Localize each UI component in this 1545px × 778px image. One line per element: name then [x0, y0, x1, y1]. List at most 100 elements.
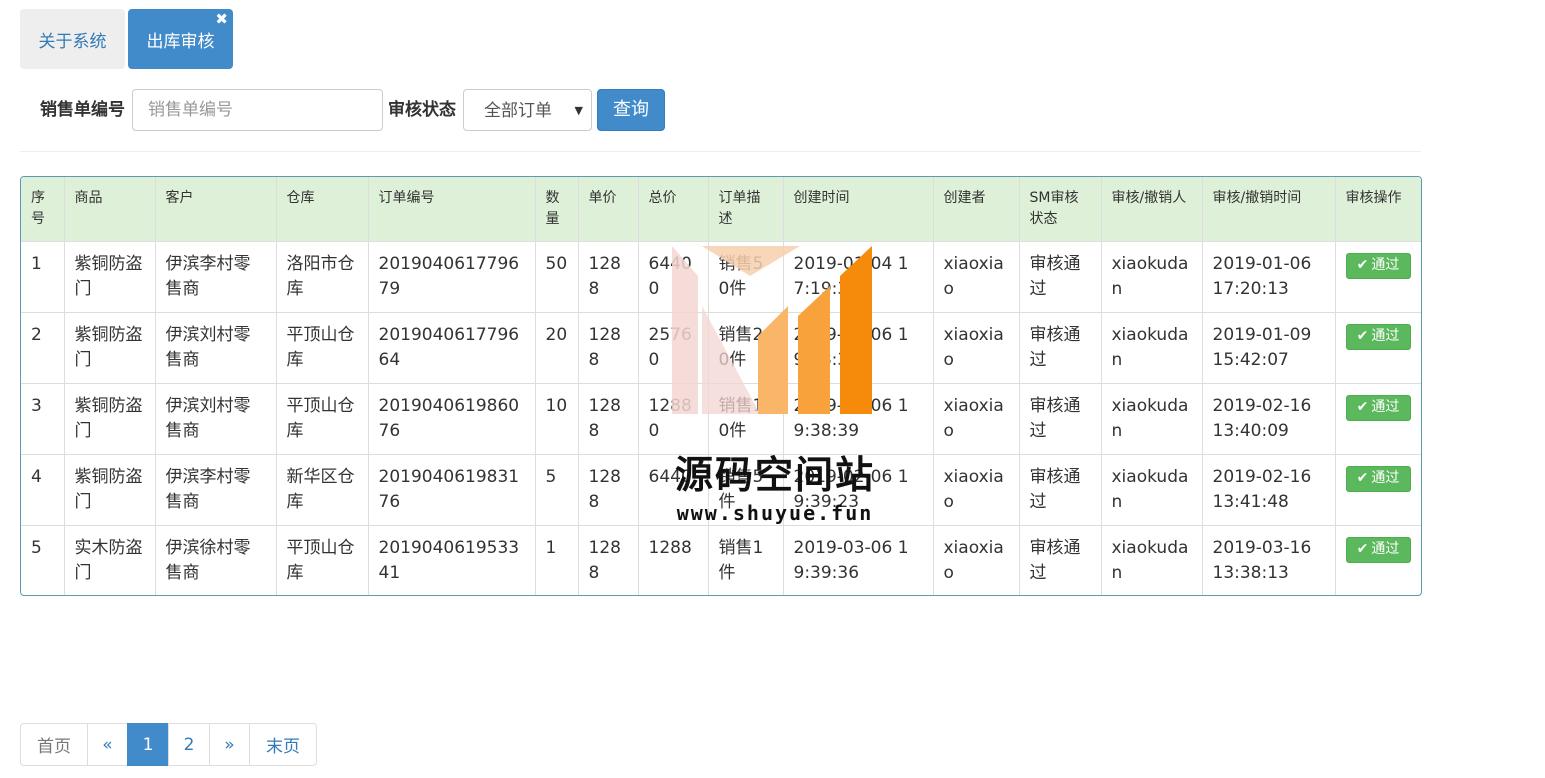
table-row: 5 实木防盗门 伊滨徐村零售商 平顶山仓库 201904061953341 1 1288 12…: [21, 525, 1421, 595]
table-cell-action: ✔ 通过: [1335, 241, 1421, 313]
column-header: 审核/撤销人: [1101, 177, 1203, 242]
table-row: 1 紫铜防盗门 伊滨李村零售商 洛阳市仓库 201904061779679 50 1288 6…: [21, 241, 1421, 313]
table-cell: 紫铜防盗门: [64, 383, 156, 455]
review-status-value: 全部订单: [484, 101, 552, 121]
pager-first[interactable]: 首页: [20, 723, 88, 766]
table-cell: 1288: [578, 312, 639, 384]
table-cell: 2019-03-16 13:38:13: [1202, 525, 1336, 595]
table-cell: 销售10件: [708, 383, 784, 455]
table-cell-action: ✔ 通过: [1335, 454, 1421, 526]
column-header: 审核/撤销时间: [1202, 177, 1336, 242]
table-cell: 10: [535, 383, 579, 455]
table-row: 2 紫铜防盗门 伊滨刘村零售商 平顶山仓库 201904061779664 20 1288 2…: [21, 312, 1421, 384]
table-cell: 25760: [638, 312, 709, 384]
column-header: 客户: [155, 177, 277, 242]
pass-button[interactable]: ✔ 通过: [1345, 465, 1411, 492]
table-row: 3 紫铜防盗门 伊滨刘村零售商 平顶山仓库 201904061986076 10 1288 1…: [21, 383, 1421, 455]
table-cell: 12880: [638, 383, 709, 455]
table-cell: 销售5件: [708, 454, 784, 526]
pass-button[interactable]: ✔ 通过: [1345, 252, 1411, 279]
table-cell: 紫铜防盗门: [64, 241, 156, 313]
table-cell: 2019-02-16 13:40:09: [1202, 383, 1336, 455]
table-header-row: 序号 商品 客户 仓库 订单编号 数量 单价 总价 订单描述 创建时间 创建者 SM审核状态 审核/撤销…: [21, 177, 1421, 242]
column-header: 订单描述: [708, 177, 784, 242]
tab-outbound-review-label: 出库审核: [146, 31, 215, 52]
table-cell: 201904061983176: [368, 454, 536, 526]
table-cell: 201904061953341: [368, 525, 536, 595]
table-cell: 平顶山仓库: [276, 312, 369, 384]
table-cell: 64400: [638, 241, 709, 313]
check-icon: ✔: [1356, 541, 1369, 557]
table-cell: 201904061779679: [368, 241, 536, 313]
table-cell: 1288: [578, 241, 639, 313]
table-cell: 1288: [578, 525, 639, 595]
table-cell: 平顶山仓库: [276, 383, 369, 455]
pass-button-label: 通过: [1371, 257, 1400, 273]
table-cell: 2019-02-06 19:39:23: [783, 454, 934, 526]
pass-button[interactable]: ✔ 通过: [1345, 394, 1411, 421]
column-header: 创建者: [933, 177, 1020, 242]
table-cell: 伊滨李村零售商: [155, 241, 277, 313]
caret-down-icon: ▼: [574, 104, 583, 117]
review-status-select[interactable]: 全部订单 ▼: [463, 89, 592, 131]
table-cell: xiaoxiao: [933, 454, 1020, 526]
pager-prev[interactable]: «: [87, 723, 128, 766]
table-cell: xiaoxiao: [933, 312, 1020, 384]
table-cell: 4: [21, 454, 65, 526]
column-header: 数量: [535, 177, 579, 242]
table-cell: 1: [535, 525, 579, 595]
column-header: 序号: [21, 177, 65, 242]
table-cell: 销售20件: [708, 312, 784, 384]
query-button[interactable]: 查询: [597, 89, 665, 131]
tab-about[interactable]: 关于系统: [20, 9, 125, 69]
column-header: 创建时间: [783, 177, 934, 242]
pager-page-1[interactable]: 1: [127, 723, 169, 766]
table-cell-action: ✔ 通过: [1335, 383, 1421, 455]
table-cell: 2019-01-06 17:20:13: [1202, 241, 1336, 313]
pass-button[interactable]: ✔ 通过: [1345, 536, 1411, 563]
table-cell: 新华区仓库: [276, 454, 369, 526]
orders-table: 序号 商品 客户 仓库 订单编号 数量 单价 总价 订单描述 创建时间 创建者 SM审核状态 审核/撤销…: [20, 176, 1422, 596]
review-status-label: 审核状态: [388, 100, 456, 120]
check-icon: ✔: [1356, 328, 1369, 344]
pager-next[interactable]: »: [209, 723, 250, 766]
check-icon: ✔: [1356, 470, 1369, 486]
table-cell: xiaokudan: [1101, 383, 1203, 455]
table-cell: 销售50件: [708, 241, 784, 313]
table-cell: 2019-01-09 15:42:07: [1202, 312, 1336, 384]
column-header: 订单编号: [368, 177, 536, 242]
table-cell: 2019-01-04 17:19:39: [783, 241, 934, 313]
order-number-label: 销售单编号: [40, 100, 125, 120]
table-cell: 2019-03-06 19:39:36: [783, 525, 934, 595]
column-header: 仓库: [276, 177, 369, 242]
table-cell: 伊滨李村零售商: [155, 454, 277, 526]
table-cell: 20: [535, 312, 579, 384]
table-cell: 紫铜防盗门: [64, 454, 156, 526]
table-cell: xiaoxiao: [933, 383, 1020, 455]
table-row: 4 紫铜防盗门 伊滨李村零售商 新华区仓库 201904061983176 5 1288 64…: [21, 454, 1421, 526]
column-header: 总价: [638, 177, 709, 242]
table-cell: 实木防盗门: [64, 525, 156, 595]
table-cell: 审核通过: [1019, 312, 1102, 384]
table-cell: 紫铜防盗门: [64, 312, 156, 384]
pass-button-label: 通过: [1371, 470, 1400, 486]
pager-page-2[interactable]: 2: [168, 723, 210, 766]
table-cell: 3: [21, 383, 65, 455]
table-cell: xiaokudan: [1101, 241, 1203, 313]
pager-last[interactable]: 末页: [249, 723, 317, 766]
tab-about-label: 关于系统: [38, 31, 107, 52]
table-cell: 审核通过: [1019, 241, 1102, 313]
tab-outbound-review[interactable]: 出库审核 ✖: [128, 9, 233, 69]
table-cell: 平顶山仓库: [276, 525, 369, 595]
check-icon: ✔: [1356, 257, 1369, 273]
close-icon[interactable]: ✖: [215, 11, 228, 27]
table-cell: 审核通过: [1019, 383, 1102, 455]
table-cell: 审核通过: [1019, 525, 1102, 595]
column-header: 商品: [64, 177, 156, 242]
pass-button[interactable]: ✔ 通过: [1345, 323, 1411, 350]
table-cell: 2019-01-06 19:38:39: [783, 312, 934, 384]
pass-button-label: 通过: [1371, 541, 1400, 557]
pagination: 首页 « 1 2 » 末页: [20, 723, 317, 766]
order-number-input[interactable]: [132, 89, 383, 131]
table-cell: 销售1件: [708, 525, 784, 595]
